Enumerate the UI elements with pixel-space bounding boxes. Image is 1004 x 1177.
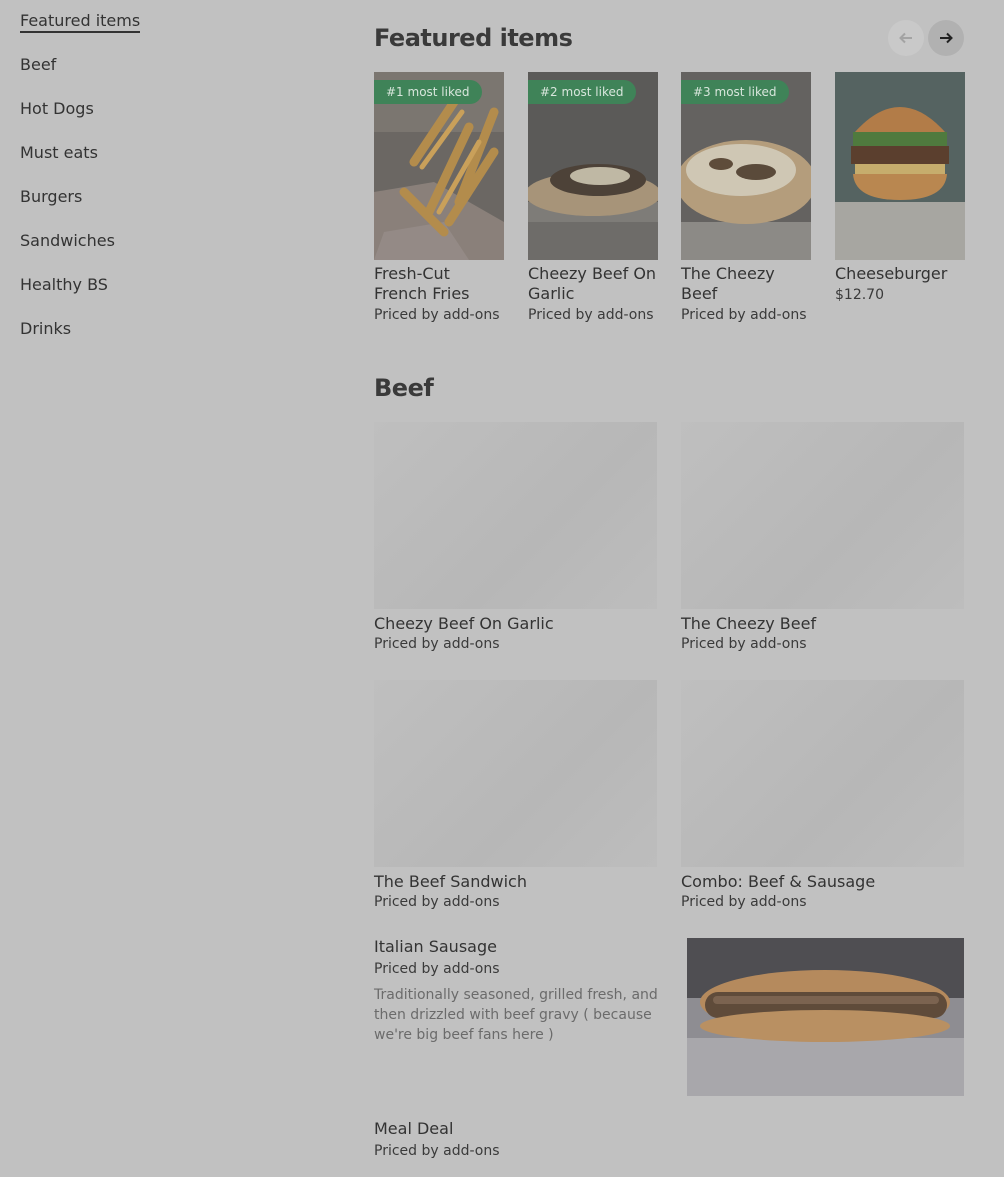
sidebar-item-healthy-bs[interactable]: Healthy BS (20, 274, 320, 318)
carousel-prev-button[interactable] (888, 20, 924, 56)
sidebar-item-must-eats[interactable]: Must eats (20, 142, 320, 186)
item-title: Cheezy Beef On Garlic (528, 264, 657, 303)
item-price: Priced by add-ons (374, 894, 500, 910)
featured-card[interactable]: #1 most liked Fresh-Cut French Fries Pri… (374, 72, 504, 323)
item-title: Fresh-Cut French Fries (374, 264, 470, 303)
sidebar-item-label: Featured items (20, 11, 141, 33)
menu-item-card[interactable]: Cheezy Beef On Garlic Priced by add-ons (374, 422, 657, 652)
sidebar-item-label: Healthy BS (20, 275, 108, 294)
sidebar-item-burgers[interactable]: Burgers (20, 186, 320, 230)
carousel-next-button[interactable] (928, 20, 964, 56)
most-liked-badge: #2 most liked (528, 80, 636, 104)
item-title: The Cheezy Beef (681, 614, 817, 633)
item-price: Priced by add-ons (681, 636, 807, 652)
sidebar-item-featured-items[interactable]: Featured items (20, 10, 320, 54)
item-title: Cheeseburger (835, 264, 948, 283)
sidebar-item-label: Beef (20, 55, 57, 74)
cheezy-beef-on-garlic-image: #2 most liked (528, 72, 658, 260)
menu-item-card[interactable]: The Cheezy Beef Priced by add-ons (681, 422, 964, 652)
sidebar-item-hot-dogs[interactable]: Hot Dogs (20, 98, 320, 142)
item-price: Priced by add-ons (374, 307, 500, 323)
item-price: Priced by add-ons (681, 894, 807, 910)
sidebar-item-sandwiches[interactable]: Sandwiches (20, 230, 320, 274)
the-cheezy-beef-image: #3 most liked (681, 72, 811, 260)
featured-card[interactable]: #2 most liked Cheezy Beef On Garlic Pric… (528, 72, 658, 323)
sidebar-item-label: Drinks (20, 319, 72, 338)
item-price: Priced by add-ons (374, 636, 500, 652)
item-title: Cheezy Beef On Garlic (374, 614, 554, 633)
item-price: $12.70 (835, 287, 884, 303)
item-title: The Cheezy Beef (681, 264, 775, 303)
item-price: Priced by add-ons (528, 307, 654, 323)
italian-sausage-image[interactable] (687, 938, 964, 1096)
sidebar-item-label: Burgers (20, 187, 83, 206)
fries-image: #1 most liked (374, 72, 504, 260)
item-title: The Beef Sandwich (374, 872, 527, 891)
item-title: Italian Sausage (374, 937, 497, 956)
item-title: Combo: Beef & Sausage (681, 872, 876, 891)
category-sidebar: Featured items Beef Hot Dogs Must eats B… (20, 10, 320, 362)
featured-card[interactable]: #3 most liked The Cheezy Beef Priced by … (681, 72, 811, 323)
most-liked-badge: #3 most liked (681, 80, 789, 104)
menu-item-card[interactable]: Combo: Beef & Sausage Priced by add-ons (681, 680, 964, 910)
menu-item-card[interactable]: The Beef Sandwich Priced by add-ons (374, 680, 657, 910)
item-image-placeholder (374, 680, 657, 867)
store-menu-page: Featured items Beef Hot Dogs Must eats B… (0, 0, 1004, 1177)
item-title: Meal Deal (374, 1119, 454, 1138)
sidebar-item-drinks[interactable]: Drinks (20, 318, 320, 362)
menu-item-row[interactable]: Italian Sausage Priced by add-ons Tradit… (374, 936, 674, 1045)
beef-section-title: Beef (374, 374, 434, 402)
item-image-placeholder (374, 422, 657, 609)
featured-card[interactable]: Cheeseburger $12.70 (835, 72, 965, 303)
menu-item-row[interactable]: Meal Deal Priced by add-ons (374, 1118, 674, 1159)
arrow-left-icon (899, 32, 912, 44)
sidebar-item-label: Sandwiches (20, 231, 115, 250)
item-price: Priced by add-ons (374, 961, 500, 977)
cheeseburger-image (835, 72, 965, 260)
sidebar-item-beef[interactable]: Beef (20, 54, 320, 98)
item-description: Traditionally seasoned, grilled fresh, a… (374, 987, 658, 1043)
most-liked-badge: #1 most liked (374, 80, 482, 104)
sidebar-item-label: Must eats (20, 143, 98, 162)
item-price: Priced by add-ons (681, 307, 807, 323)
item-image-placeholder (681, 422, 964, 609)
arrow-right-icon (940, 32, 953, 44)
item-image-placeholder (681, 680, 964, 867)
featured-section-title: Featured items (374, 24, 573, 52)
item-price: Priced by add-ons (374, 1143, 500, 1159)
sidebar-item-label: Hot Dogs (20, 99, 94, 118)
